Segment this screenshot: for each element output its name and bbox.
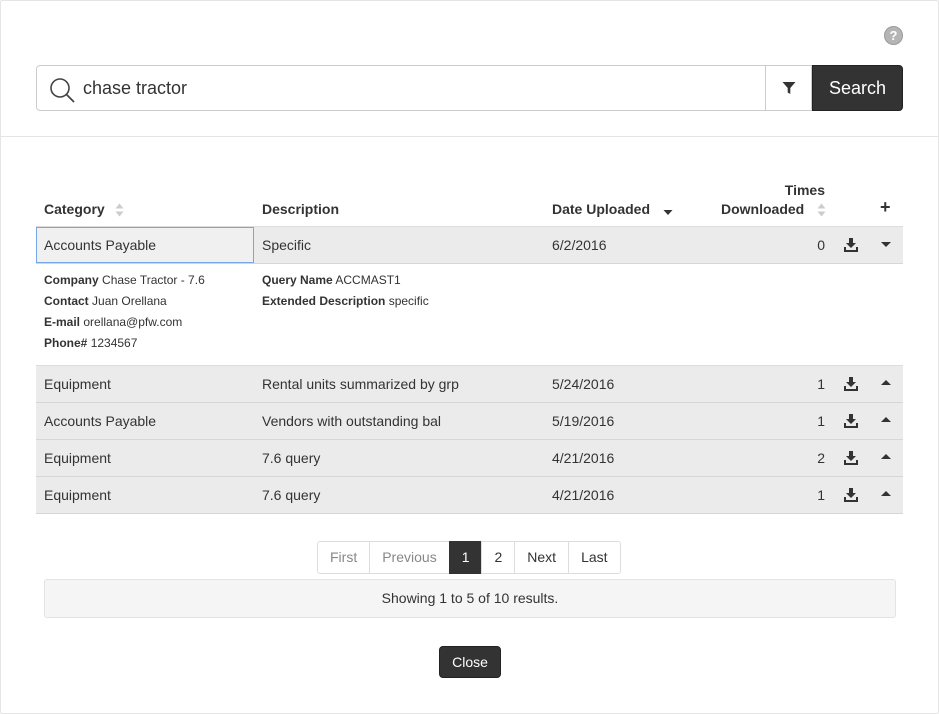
detail-company-value: Chase Tractor - 7.6 (102, 273, 205, 287)
page-1[interactable]: 1 (448, 541, 483, 574)
search-box[interactable] (36, 65, 766, 111)
description-header: Description (262, 201, 340, 217)
sort-icon (817, 203, 826, 217)
page-first[interactable]: First (317, 541, 371, 574)
page-last[interactable]: Last (568, 541, 621, 574)
detail-contact: Contact Juan Orellana (44, 294, 167, 308)
download-icon[interactable] (844, 488, 858, 502)
filter-button[interactable] (765, 65, 812, 111)
detail-query-name: Query Name ACCMAST1 (262, 273, 401, 287)
detail-email: E-mail orellana@pfw.com (44, 315, 182, 329)
row-date: 4/21/2016 (552, 487, 615, 503)
detail-ext-desc-label: Extended Description (262, 294, 386, 308)
row-description: Rental units summarized by grp (262, 376, 459, 392)
table-row[interactable]: Accounts Payable Vendors with outstandin… (36, 403, 903, 440)
table-row[interactable]: Equipment 7.6 query 4/21/2016 1 (36, 477, 903, 514)
category-header-label: Category (44, 201, 105, 217)
row-category: Accounts Payable (44, 413, 157, 429)
header-divider (1, 136, 938, 137)
row-category: Equipment (44, 450, 111, 466)
row-category: Equipment (44, 376, 111, 392)
detail-extended-description: Extended Description specific (262, 294, 429, 308)
download-icon[interactable] (844, 414, 858, 428)
query-search-dialog: ? Search Category Description Date Uploa… (0, 0, 939, 714)
filter-icon (782, 82, 795, 94)
page-previous[interactable]: Previous (369, 541, 450, 574)
download-icon[interactable] (844, 451, 858, 465)
table-row[interactable]: Equipment Rental units summarized by grp… (36, 366, 903, 403)
expand-caret-icon[interactable] (881, 380, 891, 385)
table-row[interactable]: Accounts Payable Specific 6/2/2016 0 (36, 227, 903, 264)
table-row[interactable]: Equipment 7.6 query 4/21/2016 2 (36, 440, 903, 477)
times-downloaded-header-label: Downloaded (721, 201, 805, 217)
row-category: Accounts Payable (44, 237, 157, 253)
detail-email-label: E-mail (44, 315, 81, 329)
sort-icon (115, 203, 124, 217)
category-header[interactable]: Category (44, 201, 124, 217)
download-icon[interactable] (844, 377, 858, 391)
detail-query-name-value: ACCMAST1 (335, 273, 401, 287)
row-times-downloaded: 0 (817, 237, 825, 253)
detail-query-name-label: Query Name (262, 273, 333, 287)
expand-caret-icon[interactable] (881, 417, 891, 422)
detail-phone-value: 1234567 (90, 336, 138, 350)
row-date: 5/24/2016 (552, 376, 615, 392)
row-date: 5/19/2016 (552, 413, 615, 429)
row-times-downloaded: 1 (817, 376, 825, 392)
expand-caret-icon[interactable] (881, 454, 891, 459)
row-times-downloaded: 2 (817, 450, 825, 466)
times-downloaded-header[interactable]: Downloaded (721, 201, 826, 217)
detail-ext-desc-value: specific (388, 294, 429, 308)
search-icon (50, 78, 75, 103)
collapse-caret-icon[interactable] (881, 242, 891, 247)
detail-contact-label: Contact (44, 294, 89, 308)
search-button[interactable]: Search (812, 65, 903, 111)
row-date: 6/2/2016 (552, 237, 607, 253)
detail-email-value: orellana@pfw.com (83, 315, 183, 329)
help-icon[interactable]: ? (884, 26, 903, 45)
row-category: Equipment (44, 487, 111, 503)
row-description: 7.6 query (262, 450, 321, 466)
close-button[interactable]: Close (439, 646, 501, 678)
expand-caret-icon[interactable] (881, 491, 891, 496)
detail-phone: Phone# 1234567 (44, 336, 137, 350)
row-times-downloaded: 1 (817, 487, 825, 503)
page-2[interactable]: 2 (481, 541, 516, 574)
times-header-line1: Times (784, 182, 825, 198)
row-detail-panel: Company Chase Tractor - 7.6 Contact Juan… (36, 264, 903, 367)
row-description: 7.6 query (262, 487, 321, 503)
download-icon[interactable] (844, 238, 858, 252)
search-input[interactable] (83, 66, 753, 110)
add-icon[interactable]: + (880, 197, 891, 218)
pagination: First Previous 1 2 Next Last (317, 541, 621, 574)
detail-company: Company Chase Tractor - 7.6 (44, 273, 205, 287)
detail-company-label: Company (44, 273, 99, 287)
row-date: 4/21/2016 (552, 450, 615, 466)
page-next[interactable]: Next (514, 541, 570, 574)
search-bar: Search (36, 65, 903, 111)
detail-contact-value: Juan Orellana (92, 294, 167, 308)
row-times-downloaded: 1 (817, 413, 825, 429)
results-summary: Showing 1 to 5 of 10 results. (44, 579, 896, 618)
detail-phone-label: Phone# (44, 336, 88, 350)
row-description: Specific (262, 237, 312, 253)
date-uploaded-header-label: Date Uploaded (552, 201, 651, 217)
sort-desc-icon (663, 210, 673, 216)
date-uploaded-header[interactable]: Date Uploaded (552, 201, 673, 217)
row-description: Vendors with outstanding bal (262, 413, 442, 429)
